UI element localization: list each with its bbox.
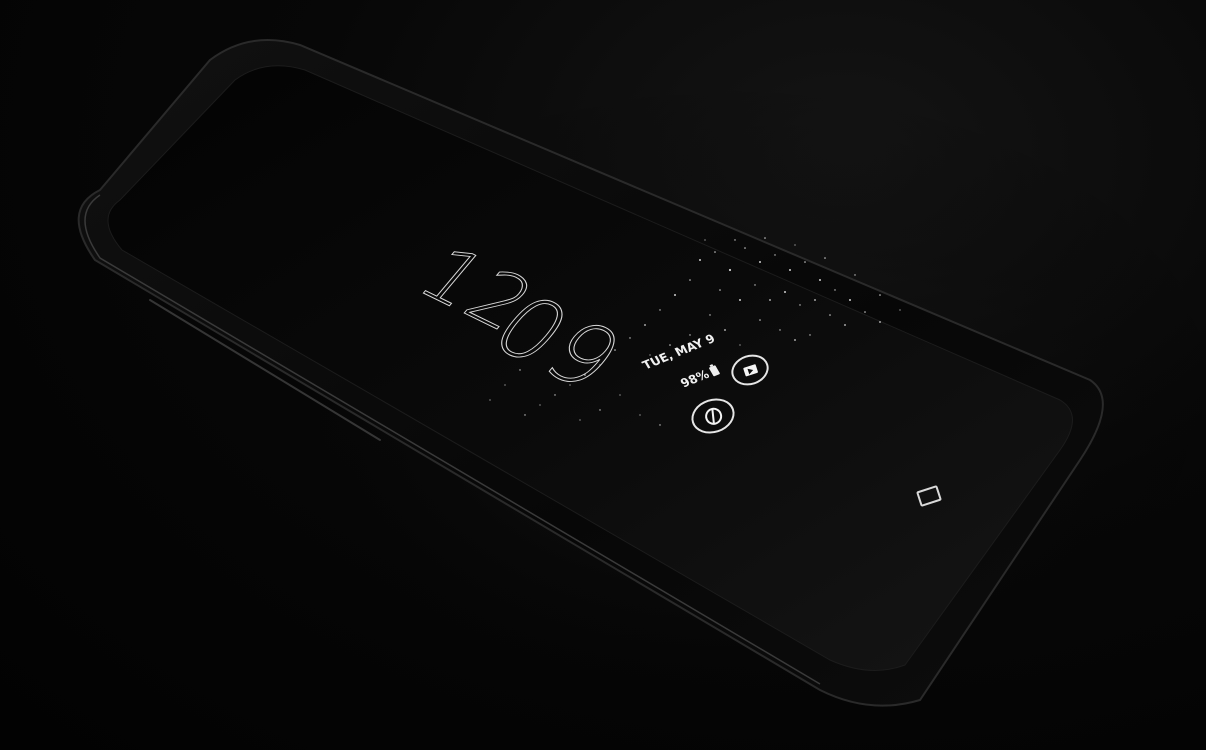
home-button-icon[interactable] bbox=[916, 484, 942, 508]
power-saving-icon bbox=[702, 405, 724, 427]
battery-percent: 98% bbox=[678, 367, 712, 391]
battery-status: 98% bbox=[678, 363, 721, 390]
always-on-display: 12 09 TUE, MAY 9 98% bbox=[0, 0, 1206, 750]
power-saving-button[interactable] bbox=[686, 393, 740, 439]
media-play-icon bbox=[742, 363, 758, 377]
photo-scene: 12 09 TUE, MAY 9 98% bbox=[0, 0, 1206, 750]
battery-icon bbox=[708, 365, 720, 377]
media-shortcut-button[interactable] bbox=[727, 349, 773, 391]
